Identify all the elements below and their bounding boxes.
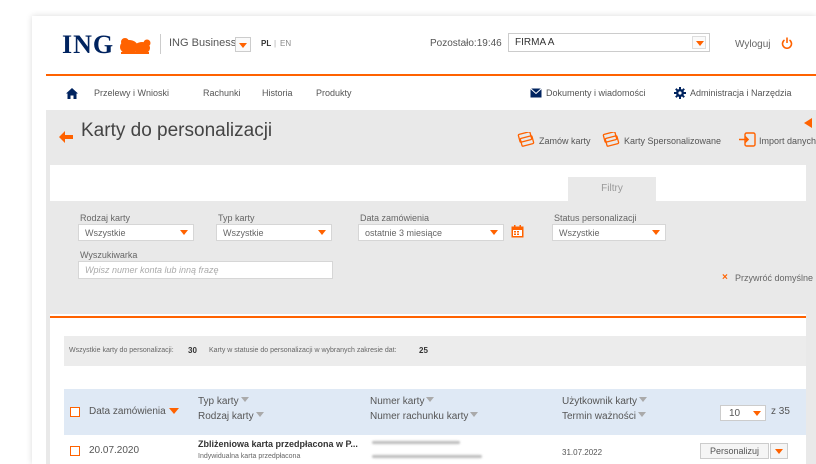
select-all-checkbox[interactable] xyxy=(70,407,80,417)
chevron-down-icon xyxy=(650,226,663,239)
nav-history[interactable]: Historia xyxy=(262,88,293,98)
card-type-label: Typ karty xyxy=(218,213,255,223)
session-timer: Pozostało:19:46 xyxy=(430,38,502,49)
company-select-value: FIRMA A xyxy=(515,37,555,48)
col-order-date[interactable]: Data zamówienia xyxy=(89,406,179,417)
table-row: 20.07.2020 Zbliżeniowa karta przedpłacon… xyxy=(64,435,806,464)
row-order-date: 20.07.2020 xyxy=(89,445,140,456)
col-expiry[interactable]: Termin ważności xyxy=(562,411,646,422)
ing-logo[interactable]: ING xyxy=(62,30,114,60)
top-header: ING ING Business PL | EN Pozostało:19:46… xyxy=(32,16,816,74)
chevron-down-icon xyxy=(316,226,329,239)
sort-icon xyxy=(240,397,249,402)
nav-products[interactable]: Produkty xyxy=(316,88,352,98)
status-cards-label: Karty w statusie do personalizacji w wyb… xyxy=(209,347,397,354)
col-account-number[interactable]: Numer rachunku karty xyxy=(370,411,479,422)
close-icon[interactable]: × xyxy=(722,272,728,283)
card-kind-label: Rodzaj karty xyxy=(80,213,131,223)
pointer-arrow-icon xyxy=(804,118,812,128)
col-card-type[interactable]: Typ karty xyxy=(198,396,249,407)
page-total: z 35 xyxy=(771,406,790,417)
personalize-menu-button[interactable] xyxy=(770,443,788,459)
card-type-select[interactable]: Wszystkie xyxy=(216,224,332,241)
nav-transfers[interactable]: Przelewy i Wnioski xyxy=(94,88,169,98)
logout-link[interactable]: Wyloguj xyxy=(735,39,770,50)
chevron-down-icon xyxy=(751,407,763,419)
status-value: Wszystkie xyxy=(559,228,600,238)
language-en[interactable]: EN xyxy=(280,39,291,48)
row-expiry: 31.07.2022 xyxy=(562,448,603,457)
row-card-kind: Indywidualna karta przedpłacona xyxy=(198,453,301,460)
col-card-kind[interactable]: Rodzaj karty xyxy=(198,411,264,422)
tab-filters[interactable]: Filtry xyxy=(568,177,656,201)
product-dropdown[interactable] xyxy=(235,37,251,52)
product-name: ING Business xyxy=(169,37,237,49)
section-divider xyxy=(50,316,806,318)
col-card-user[interactable]: Użytkownik karty xyxy=(562,396,648,407)
status-select[interactable]: Wszystkie xyxy=(552,224,666,241)
summary-bar: Wszystkie karty do personalizacji: 30 Ka… xyxy=(64,336,806,366)
order-cards-link[interactable]: Zamów karty xyxy=(539,136,591,146)
col-card-number[interactable]: Numer karty xyxy=(370,396,435,407)
main-nav: Przelewy i Wnioski Rachunki Historia Pro… xyxy=(46,76,816,110)
table-header: Data zamówienia Typ karty Rodzaj karty N… xyxy=(64,389,806,435)
company-select[interactable]: FIRMA A xyxy=(508,33,710,52)
search-label: Wyszukiwarka xyxy=(80,250,138,260)
search-input[interactable] xyxy=(78,261,333,279)
filters-card: Filtry Rodzaj karty Wszystkie Typ karty … xyxy=(50,165,813,464)
page-size-select[interactable]: 10 xyxy=(720,405,766,421)
sort-icon xyxy=(255,412,264,417)
back-arrow-icon[interactable] xyxy=(59,131,73,143)
import-data-link[interactable]: Import danych xyxy=(759,136,816,146)
page-title: Karty do personalizacji xyxy=(81,120,273,141)
sort-icon xyxy=(639,397,648,402)
calendar-icon[interactable] xyxy=(511,225,524,238)
envelope-icon xyxy=(530,88,542,98)
import-icon xyxy=(739,132,756,147)
sort-icon xyxy=(637,412,646,417)
sort-icon xyxy=(470,412,479,417)
gear-icon xyxy=(674,87,686,99)
status-label: Status personalizacji xyxy=(554,213,637,223)
personalized-cards-link[interactable]: Karty Spersonalizowane xyxy=(624,136,721,146)
page-size-value: 10 xyxy=(729,408,741,419)
language-separator: | xyxy=(274,39,277,48)
chevron-down-icon xyxy=(178,226,191,239)
masked-account-number xyxy=(372,455,482,458)
order-date-label: Data zamówienia xyxy=(360,213,430,223)
masked-card-number xyxy=(372,441,460,444)
card-kind-select[interactable]: Wszystkie xyxy=(78,224,194,241)
cards-icon xyxy=(517,132,535,147)
restore-defaults-link[interactable]: Przywróć domyślne xyxy=(735,273,813,283)
card-kind-value: Wszystkie xyxy=(85,228,126,238)
all-cards-label: Wszystkie karty do personalizacji: xyxy=(69,347,174,354)
filter-panel: Rodzaj karty Wszystkie Typ karty Wszystk… xyxy=(50,201,806,314)
row-checkbox[interactable] xyxy=(70,446,80,456)
power-icon[interactable] xyxy=(781,37,793,49)
header-divider xyxy=(160,34,161,54)
chevron-down-icon xyxy=(692,36,706,49)
nav-accounts[interactable]: Rachunki xyxy=(203,88,241,98)
card-type-value: Wszystkie xyxy=(223,228,264,238)
all-cards-count: 30 xyxy=(188,346,197,355)
cards-icon xyxy=(602,132,620,147)
chevron-down-icon xyxy=(488,226,501,239)
sort-icon xyxy=(426,397,435,402)
page-content: Karty do personalizacji Zamów karty Kart… xyxy=(46,110,816,464)
nav-documents[interactable]: Dokumenty i wiadomości xyxy=(546,88,646,98)
order-date-value: ostatnie 3 miesiące xyxy=(365,228,443,238)
nav-admin[interactable]: Administracja i Narzędzia xyxy=(690,88,792,98)
home-icon[interactable] xyxy=(66,88,78,99)
lion-logo-icon xyxy=(120,38,151,54)
row-card-type: Zbliżeniowa karta przedpłacona w P... xyxy=(198,439,358,449)
app-window: ING ING Business PL | EN Pozostało:19:46… xyxy=(32,16,816,464)
sort-desc-icon xyxy=(168,408,179,415)
personalize-button[interactable]: Personalizuj xyxy=(700,443,769,459)
language-pl[interactable]: PL xyxy=(261,39,271,48)
status-cards-count: 25 xyxy=(419,346,428,355)
order-date-select[interactable]: ostatnie 3 miesiące xyxy=(358,224,504,241)
